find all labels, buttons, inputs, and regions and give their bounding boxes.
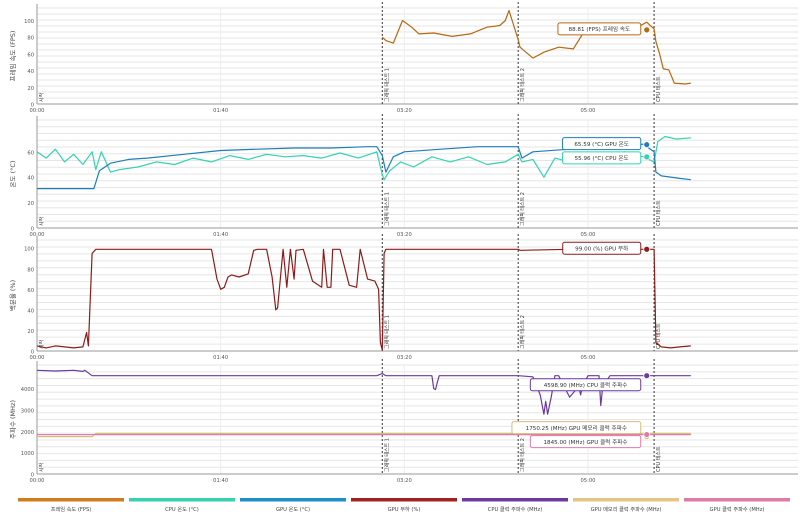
panel-temp: 0204060온도 (°C)00:00 01:40 03:20 05:00시작 그래픽 … [9,114,798,238]
test-marker-label: CPU 테스트 [655,76,662,102]
panel-clock: 01000200030004000주파수 (MHz)00:00 01:40 03:2… [8,359,798,484]
x-tick-label: 00:00 [30,478,45,484]
y-tick-label: 40 [27,69,34,75]
legend-swatch[interactable] [240,498,346,502]
tooltip-text: 88.81 (FPS) 프레임 속도 [569,25,631,33]
legend-label[interactable]: GPU 온도 (°C) [276,506,310,513]
x-tick-label: 01:40 [213,478,228,484]
legend-label[interactable]: CPU 클럭 주파수 (MHz) [488,505,543,513]
panel-fps: 020406080100프레임 속도 (FPS)00:00 01:40 03:20 0… [8,2,798,114]
legend-label[interactable]: GPU 메모리 클럭 주파수 (MHz) [591,505,662,513]
y-axis-label: 프레임 속도 (FPS) [8,31,17,82]
x-tick-label: 03:20 [397,478,412,484]
monitoring-chart: 020406080100프레임 속도 (FPS)00:00 01:40 03:20 0… [8,2,798,513]
y-tick-label: 4000 [21,387,34,393]
hover-point [643,431,651,438]
y-tick-label: 20 [27,329,34,335]
y-axis-label: 온도 (°C) [9,161,17,188]
y-tick-label: 20 [27,201,34,207]
y-tick-label: 60 [27,288,34,294]
series-line [36,248,691,351]
x-tick-label: 03:20 [397,108,412,114]
tooltip-text: 1845.00 (MHz) GPU 클럭 주파수 [543,438,627,446]
tooltip-text: 4598.90 (MHz) CPU 클럭 주파수 [544,381,628,389]
x-tick-label: 01:40 [213,108,228,114]
test-marker-label: 그래픽 테스트 2 [519,315,526,349]
y-axis-label: 백분율 (%) [8,280,17,311]
y-tick-label: 40 [27,308,34,314]
y-tick-label: 60 [27,52,34,58]
panel-load: 020406080100백분율 (%)00:00 01:40 03:20 05:00시… [8,234,798,361]
legend-label[interactable]: CPU 온도 (°C) [165,506,199,513]
test-marker-label: 시작 [38,216,45,226]
test-marker-label: 그래픽 테스트 1 [383,68,390,102]
legend-swatch[interactable] [573,498,679,502]
y-tick-label: 80 [27,267,34,273]
test-marker-label: 그래픽 테스트 2 [519,438,526,472]
y-tick-label: 1000 [21,451,34,457]
x-tick-label: 03:20 [397,355,412,361]
x-tick-label: 05:00 [580,478,595,484]
legend-swatch[interactable] [462,498,568,502]
y-tick-label: 3000 [21,408,34,414]
x-tick-label: 05:00 [580,108,595,114]
y-tick-label: 60 [27,150,34,156]
tooltip-text: 99.00 (%) GPU 부하 [575,245,628,253]
hover-point [643,153,651,161]
legend-swatch[interactable] [18,498,124,502]
tooltip-text: 65.59 (°C) GPU 온도 [574,141,629,148]
series-line [37,143,691,190]
hover-point [643,141,651,149]
x-tick-label: 03:20 [397,232,412,238]
x-tick-label: 01:40 [213,355,228,361]
x-tick-label: 05:00 [580,232,595,238]
test-marker-label: 그래픽 테스트 1 [383,315,390,349]
y-tick-label: 2000 [21,430,34,436]
tooltip-text: 55.96 (°C) CPU 온도 [575,155,629,162]
test-marker-label: 시작 [38,92,45,102]
test-marker-label: CPU 테스트 [655,446,662,472]
test-marker-label: 그래픽 테스트 2 [519,192,526,226]
test-marker-label: 그래픽 테스트 2 [519,68,526,102]
hover-point [643,372,651,380]
x-tick-label: 01:40 [213,232,228,238]
test-marker-label: 그래픽 테스트 1 [383,438,390,472]
y-tick-label: 100 [24,247,34,253]
x-tick-label: 05:00 [580,355,595,361]
test-marker-label: 시작 [38,462,45,472]
x-tick-label: 00:00 [30,355,45,361]
legend-swatch[interactable] [129,498,235,502]
legend-swatch[interactable] [351,498,457,502]
y-tick-label: 20 [27,86,34,92]
series-line [381,9,691,85]
legend-label[interactable]: GPU 클럭 주파수 (MHz) [710,505,765,513]
test-marker-label: 그래픽 테스트 1 [383,192,390,226]
hover-point [643,26,651,34]
tooltip-text: 1750.25 (MHz) GPU 메모리 클럭 주파수 [526,424,627,432]
hover-point [643,245,651,253]
y-tick-label: 100 [24,19,34,25]
test-marker-label: CPU 테스트 [655,200,662,226]
y-tick-label: 40 [27,176,34,182]
legend-label[interactable]: GPU 부하 (%) [388,505,421,513]
y-tick-label: 80 [27,36,34,42]
legend-label[interactable]: 프레임 속도 (FPS) [51,505,92,513]
y-axis-label: 주파수 (MHz) [8,400,17,439]
legend-swatch[interactable] [684,498,790,502]
x-tick-label: 00:00 [30,108,45,114]
